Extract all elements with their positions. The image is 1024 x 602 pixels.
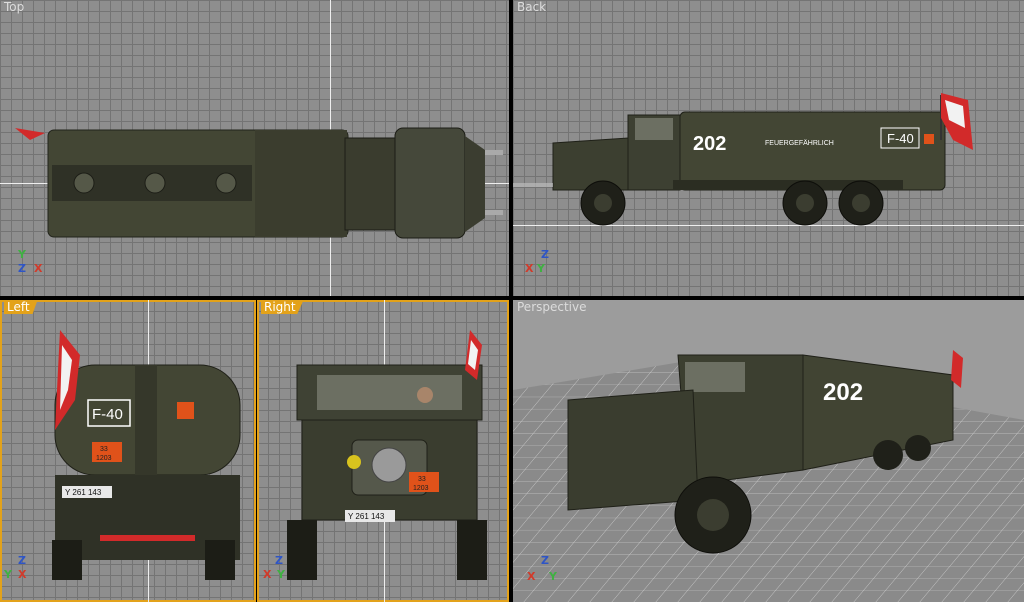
axis-gizmo-right: Z X Y [263,554,285,581]
viewport-perspective[interactable]: Perspective 202 Z X Y [513,300,1024,602]
viewport-label-right[interactable]: Right [261,300,304,314]
truck-top-view[interactable] [0,0,509,296]
viewport-right[interactable]: Right 33 1203 Y 261 143 Z X Y [257,300,509,602]
axis-gizmo-perspective: Z X Y [527,554,557,583]
svg-text:1203: 1203 [413,485,429,492]
svg-text:33: 33 [100,446,108,453]
viewport-left[interactable]: Left F-40 33 1203 Y 261 143 Z Y X [0,300,256,602]
axis-gizmo-left: Z Y X [4,554,27,581]
tank-number-text: 202 [693,133,726,155]
truck-perspective-view[interactable]: 202 [513,300,1024,602]
svg-text:33: 33 [418,476,426,483]
viewport-back[interactable]: Back 202 FEUERGEFÄHRLICH F-40 Z X Y [513,0,1024,296]
viewport-label-perspective[interactable]: Perspective [517,300,587,314]
rear-callsign-text: F-40 [92,406,123,423]
truck-side-view[interactable]: 202 FEUERGEFÄHRLICH F-40 [513,0,1024,296]
viewport-label-left[interactable]: Left [4,300,38,314]
axis-gizmo-top: Y Z X [18,248,43,275]
axis-gizmo-back: Z X Y [525,248,549,275]
viewport-top[interactable]: Top Y Z X [0,0,509,296]
tank-callsign-text: F-40 [887,131,914,146]
rear-plate-text: Y 261 143 [65,488,102,497]
svg-text:1203: 1203 [96,455,112,462]
front-plate-text: Y 261 143 [348,512,385,521]
tank-warning-text: FEUERGEFÄHRLICH [765,139,834,147]
viewport-label-top[interactable]: Top [4,0,24,14]
persp-number-text: 202 [823,379,863,406]
viewport-label-back[interactable]: Back [517,0,546,14]
